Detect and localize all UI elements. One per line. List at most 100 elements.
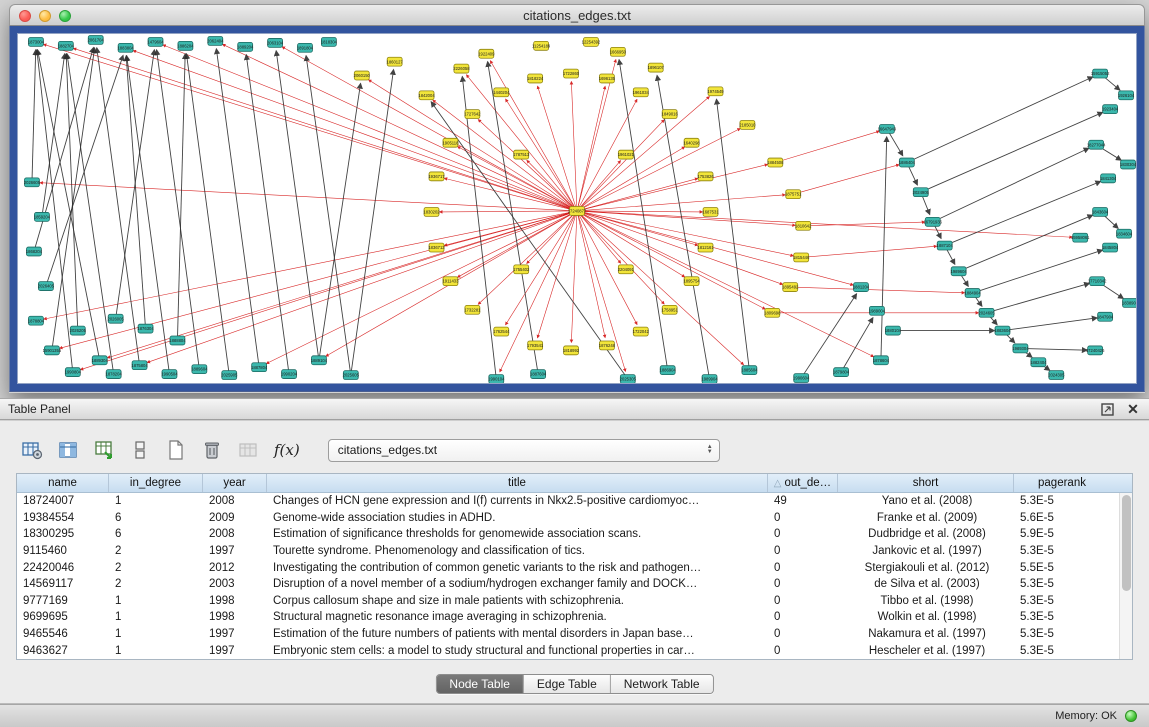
graph-node[interactable]: 1878204: [106, 370, 123, 379]
graph-edge[interactable]: [933, 148, 1089, 222]
graph-node[interactable]: 1847904: [1097, 312, 1114, 321]
table-cell[interactable]: 9699695: [17, 611, 109, 623]
graph-edge[interactable]: [577, 86, 605, 211]
graph-node[interactable]: 1845804: [1102, 243, 1119, 252]
table-cell[interactable]: Stergiakouli et al. (2012): [838, 562, 1014, 574]
close-panel-icon[interactable]: ✕: [1125, 401, 1141, 417]
graph-node[interactable]: 1753826: [697, 172, 714, 181]
column-header-year[interactable]: year: [203, 474, 267, 492]
table-cell[interactable]: Franke et al. (2009): [838, 512, 1014, 524]
graph-node[interactable]: 1884508: [767, 158, 784, 167]
table-cell[interactable]: 0: [768, 628, 838, 640]
table-cell[interactable]: Hescheler et al. (1997): [838, 645, 1014, 657]
table-cell[interactable]: 2008: [203, 495, 267, 507]
table-cell[interactable]: 2008: [203, 528, 267, 540]
graph-node[interactable]: 15958061: [1071, 233, 1090, 242]
graph-edge[interactable]: [32, 50, 36, 182]
graph-node[interactable]: 1990104: [488, 375, 505, 383]
table-row[interactable]: 946554611997Estimation of the future num…: [17, 626, 1132, 643]
graph-node[interactable]: 1990504: [161, 370, 178, 379]
table-cell[interactable]: 6: [109, 528, 203, 540]
table-cell[interactable]: 0: [768, 645, 838, 657]
table-cell[interactable]: Corpus callosum shape and size in male p…: [267, 595, 768, 607]
table-cell[interactable]: 9465546: [17, 628, 109, 640]
graph-node[interactable]: 1830304: [1120, 160, 1136, 169]
graph-node[interactable]: 1818304: [321, 37, 338, 46]
graph-node[interactable]: 1809698: [764, 308, 781, 317]
table-cell[interactable]: 2: [109, 545, 203, 557]
table-cell[interactable]: 5.6E-5: [1014, 512, 1110, 524]
tab-edge-table[interactable]: Edge Table: [524, 675, 611, 693]
graph-node[interactable]: 12254392: [582, 37, 601, 46]
table-cell[interactable]: 1: [109, 628, 203, 640]
graph-node[interactable]: 2026205: [70, 326, 87, 335]
graph-node[interactable]: 1974549: [707, 87, 724, 96]
table-cell[interactable]: Genome-wide association studies in ADHD.: [267, 512, 768, 524]
graph-node[interactable]: 1793541: [527, 341, 544, 350]
graph-node[interactable]: 2025605: [343, 371, 360, 380]
graph-node[interactable]: 1881204: [853, 283, 870, 292]
graph-edge[interactable]: [577, 211, 795, 225]
graph-node[interactable]: 1722860: [563, 69, 580, 78]
table-cell[interactable]: 5.3E-5: [1014, 628, 1110, 640]
close-window-button[interactable]: [19, 10, 31, 22]
table-row[interactable]: 1456911722003Disruption of a novel membe…: [17, 576, 1132, 593]
graph-edge[interactable]: [1020, 348, 1087, 350]
graph-node[interactable]: 2061704: [88, 35, 105, 44]
graph-node[interactable]: 1885604: [741, 366, 758, 375]
graph-edge[interactable]: [775, 131, 879, 162]
graph-edge[interactable]: [66, 54, 78, 331]
table-cell[interactable]: Tibbo et al. (1998): [838, 595, 1014, 607]
graph-node[interactable]: 1836713: [428, 243, 445, 252]
table-cell[interactable]: 5.3E-5: [1014, 595, 1110, 607]
table-cell[interactable]: 2: [109, 562, 203, 574]
graph-edge[interactable]: [571, 81, 577, 211]
graph-node[interactable]: 1842004: [418, 91, 435, 100]
graph-node[interactable]: 1922409: [478, 49, 495, 58]
graph-node[interactable]: 1887804: [251, 363, 268, 372]
graph-node[interactable]: 1887604: [530, 370, 547, 379]
column-header-name[interactable]: name: [17, 474, 109, 492]
graph-node[interactable]: 1989604: [951, 267, 968, 276]
graph-node[interactable]: 1878804: [28, 316, 45, 325]
new-file-icon[interactable]: [164, 438, 188, 462]
graph-node[interactable]: 1696135: [599, 74, 616, 83]
table-cell[interactable]: 5.3E-5: [1014, 611, 1110, 623]
table-row[interactable]: 1830029562008Estimation of significance …: [17, 526, 1132, 543]
table-cell[interactable]: 18300295: [17, 528, 109, 540]
graph-edge[interactable]: [177, 54, 185, 341]
graph-edge[interactable]: [163, 45, 577, 211]
table-cell[interactable]: 5.3E-5: [1014, 645, 1110, 657]
table-cell[interactable]: 5.3E-5: [1014, 545, 1110, 557]
graph-edge[interactable]: [801, 246, 937, 257]
table-cell[interactable]: 2: [109, 578, 203, 590]
graph-node[interactable]: 2024605: [978, 308, 995, 317]
graph-node[interactable]: 1758951: [662, 305, 679, 314]
graph-node[interactable]: 1722042: [633, 327, 650, 336]
table-cell[interactable]: 2003: [203, 578, 267, 590]
table-cell[interactable]: 1998: [203, 611, 267, 623]
graph-node[interactable]: 1886204: [177, 41, 194, 50]
graph-node[interactable]: 1849016: [662, 110, 679, 119]
graph-edge[interactable]: [790, 287, 964, 293]
graph-node[interactable]: 1879804: [833, 368, 850, 377]
graph-node[interactable]: 1834604: [1116, 229, 1133, 238]
table-cell[interactable]: 19384554: [17, 512, 109, 524]
graph-node[interactable]: 1990204: [281, 370, 298, 379]
graph-node[interactable]: 1815446: [793, 253, 810, 262]
graph-node[interactable]: 1762544: [493, 327, 510, 336]
graph-edge[interactable]: [246, 55, 289, 374]
graph-node[interactable]: 2226058: [453, 64, 470, 73]
graph-node[interactable]: 1687531: [702, 208, 719, 217]
table-cell[interactable]: 5.5E-5: [1014, 562, 1110, 574]
table-cell[interactable]: 0: [768, 595, 838, 607]
graph-node[interactable]: 1895492: [782, 283, 799, 292]
graph-node[interactable]: 1810642: [795, 221, 812, 230]
network-canvas[interactable]: 1724087716875311753826164029818490161961…: [17, 33, 1137, 384]
graph-node[interactable]: 1895754: [683, 277, 700, 286]
table-cell[interactable]: 0: [768, 545, 838, 557]
minimize-window-button[interactable]: [39, 10, 51, 22]
table-cell[interactable]: Yano et al. (2008): [838, 495, 1014, 507]
graph-node[interactable]: 16791936: [923, 217, 942, 226]
graph-node[interactable]: 2025305: [620, 375, 637, 383]
